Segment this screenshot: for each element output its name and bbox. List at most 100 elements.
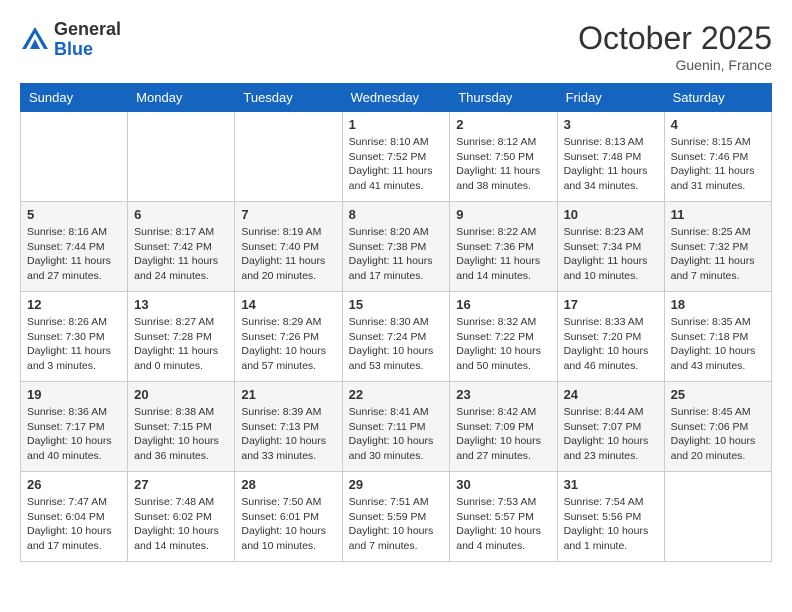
col-monday: Monday — [128, 84, 235, 112]
day-number: 9 — [456, 207, 550, 222]
calendar-week-row: 12 Sunrise: 8:26 AM Sunset: 7:30 PM Dayli… — [21, 292, 772, 382]
col-wednesday: Wednesday — [342, 84, 450, 112]
day-number: 15 — [349, 297, 444, 312]
day-number: 19 — [27, 387, 121, 402]
day-detail: Sunrise: 8:39 AM Sunset: 7:13 PM Dayligh… — [241, 405, 335, 464]
day-number: 1 — [349, 117, 444, 132]
day-number: 8 — [349, 207, 444, 222]
day-number: 4 — [671, 117, 765, 132]
day-number: 3 — [564, 117, 658, 132]
day-number: 16 — [456, 297, 550, 312]
day-detail: Sunrise: 8:17 AM Sunset: 7:42 PM Dayligh… — [134, 225, 228, 284]
table-row: 1Sunrise: 8:10 AM Sunset: 7:52 PM Daylig… — [342, 112, 450, 202]
day-detail: Sunrise: 8:30 AM Sunset: 7:24 PM Dayligh… — [349, 315, 444, 374]
table-row: 14 Sunrise: 8:29 AM Sunset: 7:26 PM Dayli… — [235, 292, 342, 382]
day-number: 13 — [134, 297, 228, 312]
day-number: 12 — [27, 297, 121, 312]
day-detail: Sunrise: 8:29 AM Sunset: 7:26 PM Dayligh… — [241, 315, 335, 374]
day-number: 24 — [564, 387, 658, 402]
day-detail: Sunrise: 8:15 AM Sunset: 7:46 PM Dayligh… — [671, 135, 765, 194]
day-detail: Sunrise: 8:41 AM Sunset: 7:11 PM Dayligh… — [349, 405, 444, 464]
day-detail: Sunrise: 8:33 AM Sunset: 7:20 PM Dayligh… — [564, 315, 658, 374]
day-detail: Sunrise: 8:27 AM Sunset: 7:28 PM Dayligh… — [134, 315, 228, 374]
day-number: 10 — [564, 207, 658, 222]
table-row: 3 Sunrise: 8:13 AM Sunset: 7:48 PM Daylig… — [557, 112, 664, 202]
day-number: 31 — [564, 477, 658, 492]
table-row: 13 Sunrise: 8:27 AM Sunset: 7:28 PM Dayli… — [128, 292, 235, 382]
table-row: 30Sunrise: 7:53 AM Sunset: 5:57 PM Dayli… — [450, 472, 557, 562]
table-row: 9 Sunrise: 8:22 AM Sunset: 7:36 PM Daylig… — [450, 202, 557, 292]
col-friday: Friday — [557, 84, 664, 112]
table-row: 21Sunrise: 8:39 AM Sunset: 7:13 PM Dayli… — [235, 382, 342, 472]
logo-blue: Blue — [54, 40, 121, 60]
logo: General Blue — [20, 20, 121, 60]
table-row: 10 Sunrise: 8:23 AM Sunset: 7:34 PM Dayli… — [557, 202, 664, 292]
day-detail: Sunrise: 8:16 AM Sunset: 7:44 PM Dayligh… — [27, 225, 121, 284]
day-detail: Sunrise: 8:12 AM Sunset: 7:50 PM Dayligh… — [456, 135, 550, 194]
table-row — [664, 472, 771, 562]
table-row: 11 Sunrise: 8:25 AM Sunset: 7:32 PM Dayli… — [664, 202, 771, 292]
day-detail: Sunrise: 8:38 AM Sunset: 7:15 PM Dayligh… — [134, 405, 228, 464]
calendar-week-row: 1Sunrise: 8:10 AM Sunset: 7:52 PM Daylig… — [21, 112, 772, 202]
calendar-header-row: Sunday Monday Tuesday Wednesday Thursday… — [21, 84, 772, 112]
month-info: October 2025 Guenin, France — [578, 20, 772, 73]
table-row: 15 Sunrise: 8:30 AM Sunset: 7:24 PM Dayli… — [342, 292, 450, 382]
day-number: 7 — [241, 207, 335, 222]
table-row: 5Sunrise: 8:16 AM Sunset: 7:44 PM Daylig… — [21, 202, 128, 292]
day-detail: Sunrise: 8:13 AM Sunset: 7:48 PM Dayligh… — [564, 135, 658, 194]
day-detail: Sunrise: 8:26 AM Sunset: 7:30 PM Dayligh… — [27, 315, 121, 374]
table-row: 2 Sunrise: 8:12 AM Sunset: 7:50 PM Daylig… — [450, 112, 557, 202]
day-detail: Sunrise: 7:50 AM Sunset: 6:01 PM Dayligh… — [241, 495, 335, 554]
calendar-week-row: 19 Sunrise: 8:36 AM Sunset: 7:17 PM Dayli… — [21, 382, 772, 472]
day-detail: Sunrise: 8:23 AM Sunset: 7:34 PM Dayligh… — [564, 225, 658, 284]
location: Guenin, France — [578, 57, 772, 73]
day-detail: Sunrise: 8:36 AM Sunset: 7:17 PM Dayligh… — [27, 405, 121, 464]
table-row: 28 Sunrise: 7:50 AM Sunset: 6:01 PM Dayli… — [235, 472, 342, 562]
logo-icon — [20, 25, 50, 55]
day-number: 6 — [134, 207, 228, 222]
table-row: 8 Sunrise: 8:20 AM Sunset: 7:38 PM Daylig… — [342, 202, 450, 292]
day-number: 14 — [241, 297, 335, 312]
day-number: 2 — [456, 117, 550, 132]
day-number: 25 — [671, 387, 765, 402]
day-detail: Sunrise: 8:22 AM Sunset: 7:36 PM Dayligh… — [456, 225, 550, 284]
day-detail: Sunrise: 7:48 AM Sunset: 6:02 PM Dayligh… — [134, 495, 228, 554]
table-row: 26Sunrise: 7:47 AM Sunset: 6:04 PM Dayli… — [21, 472, 128, 562]
day-number: 29 — [349, 477, 444, 492]
table-row — [128, 112, 235, 202]
day-number: 11 — [671, 207, 765, 222]
table-row: 12 Sunrise: 8:26 AM Sunset: 7:30 PM Dayli… — [21, 292, 128, 382]
table-row: 16 Sunrise: 8:32 AM Sunset: 7:22 PM Dayli… — [450, 292, 557, 382]
table-row: 20Sunrise: 8:38 AM Sunset: 7:15 PM Dayli… — [128, 382, 235, 472]
day-detail: Sunrise: 8:32 AM Sunset: 7:22 PM Dayligh… — [456, 315, 550, 374]
table-row: 27Sunrise: 7:48 AM Sunset: 6:02 PM Dayli… — [128, 472, 235, 562]
table-row — [21, 112, 128, 202]
table-row: 17 Sunrise: 8:33 AM Sunset: 7:20 PM Dayli… — [557, 292, 664, 382]
day-number: 22 — [349, 387, 444, 402]
calendar-week-row: 5Sunrise: 8:16 AM Sunset: 7:44 PM Daylig… — [21, 202, 772, 292]
day-detail: Sunrise: 8:44 AM Sunset: 7:07 PM Dayligh… — [564, 405, 658, 464]
table-row: 25 Sunrise: 8:45 AM Sunset: 7:06 PM Dayli… — [664, 382, 771, 472]
day-number: 18 — [671, 297, 765, 312]
day-number: 28 — [241, 477, 335, 492]
table-row: 24 Sunrise: 8:44 AM Sunset: 7:07 PM Dayli… — [557, 382, 664, 472]
col-tuesday: Tuesday — [235, 84, 342, 112]
table-row: 7 Sunrise: 8:19 AM Sunset: 7:40 PM Daylig… — [235, 202, 342, 292]
day-detail: Sunrise: 8:45 AM Sunset: 7:06 PM Dayligh… — [671, 405, 765, 464]
day-number: 17 — [564, 297, 658, 312]
day-detail: Sunrise: 8:19 AM Sunset: 7:40 PM Dayligh… — [241, 225, 335, 284]
day-detail: Sunrise: 8:20 AM Sunset: 7:38 PM Dayligh… — [349, 225, 444, 284]
day-detail: Sunrise: 8:35 AM Sunset: 7:18 PM Dayligh… — [671, 315, 765, 374]
day-number: 23 — [456, 387, 550, 402]
month-title: October 2025 — [578, 20, 772, 57]
col-saturday: Saturday — [664, 84, 771, 112]
table-row: 23 Sunrise: 8:42 AM Sunset: 7:09 PM Dayli… — [450, 382, 557, 472]
day-detail: Sunrise: 7:51 AM Sunset: 5:59 PM Dayligh… — [349, 495, 444, 554]
table-row: 22 Sunrise: 8:41 AM Sunset: 7:11 PM Dayli… — [342, 382, 450, 472]
day-detail: Sunrise: 7:53 AM Sunset: 5:57 PM Dayligh… — [456, 495, 550, 554]
day-detail: Sunrise: 8:25 AM Sunset: 7:32 PM Dayligh… — [671, 225, 765, 284]
logo-general: General — [54, 20, 121, 40]
table-row: 18 Sunrise: 8:35 AM Sunset: 7:18 PM Dayli… — [664, 292, 771, 382]
day-detail: Sunrise: 8:42 AM Sunset: 7:09 PM Dayligh… — [456, 405, 550, 464]
col-sunday: Sunday — [21, 84, 128, 112]
